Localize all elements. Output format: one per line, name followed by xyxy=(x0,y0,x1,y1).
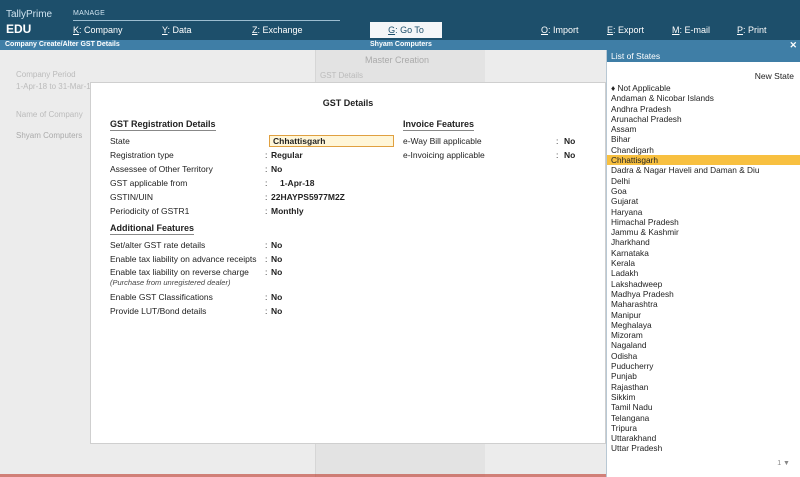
gst-classifications-value[interactable]: No xyxy=(271,292,282,302)
gst-applicable-from-value[interactable]: 1-Apr-18 xyxy=(280,178,314,188)
company-period-label-ghost: Company Period xyxy=(16,70,76,79)
state-list-item[interactable]: Odisha xyxy=(607,351,800,361)
top-menu-bar: TallyPrime EDU MANAGE K: Company Y: Data… xyxy=(0,0,800,40)
state-list-item[interactable]: Arunachal Pradesh xyxy=(607,114,800,124)
state-list-item[interactable]: Chhattisgarh xyxy=(607,155,800,166)
state-list-item[interactable]: Gujarat xyxy=(607,196,800,206)
reverse-charge-value[interactable]: No xyxy=(271,267,282,277)
state-list-item[interactable]: Rajasthan xyxy=(607,382,800,392)
name-of-company-ghost: Name of Company xyxy=(16,110,83,119)
state-list-item[interactable]: Tamil Nadu xyxy=(607,402,800,412)
einvoicing-label: e-Invoicing applicable xyxy=(403,150,485,160)
company-name-title: Shyam Computers xyxy=(370,41,432,48)
brand-name: TallyPrime xyxy=(6,9,53,20)
brand-edition: EDU xyxy=(6,22,32,36)
company-period-value-ghost: 1-Apr-18 to 31-Mar-19 xyxy=(16,82,96,91)
advance-receipts-label: Enable tax liability on advance receipts xyxy=(110,254,257,264)
gst-rate-label: Set/alter GST rate details xyxy=(110,240,206,250)
additional-heading: Additional Features xyxy=(110,223,195,235)
state-list-item[interactable]: Nagaland xyxy=(607,340,800,350)
state-list-item[interactable]: Tripura xyxy=(607,423,800,433)
gstin-label: GSTIN/UIN xyxy=(110,192,153,202)
state-list-item[interactable]: Andhra Pradesh xyxy=(607,104,800,114)
state-list-item[interactable]: Manipur xyxy=(607,310,800,320)
lut-bond-label: Provide LUT/Bond details xyxy=(110,306,207,316)
gst-details-dialog: GST Details GST Registration Details Sta… xyxy=(90,82,606,444)
reverse-charge-label: Enable tax liability on reverse charge xyxy=(110,267,249,277)
new-state-button[interactable]: New State xyxy=(755,71,794,81)
gstin-value[interactable]: 22HAYPS5977M2Z xyxy=(271,192,345,202)
state-list-item[interactable]: Puducherry xyxy=(607,361,800,371)
state-list-item[interactable]: Lakshadweep xyxy=(607,279,800,289)
master-creation-ghost: Master Creation xyxy=(365,55,430,65)
menu-goto[interactable]: G: Go To xyxy=(370,22,442,38)
state-list-item[interactable]: Madhya Pradesh xyxy=(607,289,800,299)
state-list-item[interactable]: Andaman & Nicobar Islands xyxy=(607,93,800,103)
state-list-item[interactable]: Ladakh xyxy=(607,268,800,278)
assessee-label: Assessee of Other Territory xyxy=(110,164,213,174)
screen-title: Company Create/Alter GST Details xyxy=(5,41,120,48)
reverse-charge-note: (Purchase from unregistered dealer) xyxy=(110,278,231,287)
advance-receipts-value[interactable]: No xyxy=(271,254,282,264)
eway-bill-value[interactable]: No xyxy=(564,136,575,146)
gst-applicable-from-label: GST applicable from xyxy=(110,178,188,188)
periodicity-label: Periodicity of GSTR1 xyxy=(110,206,190,216)
page-indicator[interactable]: 1 ▼ xyxy=(777,460,790,467)
dialog-title: GST Details xyxy=(322,98,374,108)
state-list-item[interactable]: Meghalaya xyxy=(607,320,800,330)
gst-classifications-label: Enable GST Classifications xyxy=(110,292,213,302)
state-list-title: List of States xyxy=(607,50,800,62)
state-list-item[interactable]: Goa xyxy=(607,186,800,196)
state-list-item[interactable]: Uttarakhand xyxy=(607,433,800,443)
state-list: ♦ Not Applicable Andaman & Nicobar Island… xyxy=(607,83,800,454)
state-list-item[interactable]: Karnataka xyxy=(607,248,800,258)
state-list-item[interactable]: Assam xyxy=(607,124,800,134)
manage-divider xyxy=(73,20,340,21)
state-list-item[interactable]: Chandigarh xyxy=(607,145,800,155)
state-list-item[interactable]: Sikkim xyxy=(607,392,800,402)
company-name-ghost: Shyam Computers xyxy=(16,131,83,140)
state-list-item[interactable]: Himachal Pradesh xyxy=(607,217,800,227)
state-list-item[interactable]: Mizoram xyxy=(607,330,800,340)
state-list-panel: List of States New State ♦ Not Applicabl… xyxy=(606,50,800,477)
menu-print[interactable]: P: Print xyxy=(737,25,767,35)
lut-bond-value[interactable]: No xyxy=(271,306,282,316)
state-list-item[interactable]: Delhi xyxy=(607,176,800,186)
state-list-item[interactable]: Uttar Pradesh xyxy=(607,443,800,453)
assessee-value[interactable]: No xyxy=(271,164,282,174)
einvoicing-value[interactable]: No xyxy=(564,150,575,160)
menu-export[interactable]: E: Export xyxy=(607,25,644,35)
state-field[interactable]: Chhattisgarh xyxy=(269,135,394,147)
state-label: State xyxy=(110,136,130,146)
menu-company[interactable]: K: Company xyxy=(73,25,123,35)
eway-bill-label: e-Way Bill applicable xyxy=(403,136,482,146)
gst-details-ghost: GST Details xyxy=(320,71,363,80)
invoice-heading: Invoice Features xyxy=(403,119,475,131)
title-bar: Company Create/Alter GST Details Shyam C… xyxy=(0,40,800,50)
state-list-item[interactable]: Telangana xyxy=(607,413,800,423)
manage-label: MANAGE xyxy=(73,10,106,17)
menu-data[interactable]: Y: Data xyxy=(162,25,192,35)
state-list-item[interactable]: Dadra & Nagar Haveli and Daman & Diu xyxy=(607,165,800,175)
menu-exchange[interactable]: Z: Exchange xyxy=(252,25,303,35)
state-list-item[interactable]: ♦ Not Applicable xyxy=(607,83,800,93)
periodicity-value[interactable]: Monthly xyxy=(271,206,304,216)
state-list-item[interactable]: Jharkhand xyxy=(607,237,800,247)
registration-heading: GST Registration Details xyxy=(110,119,216,131)
state-list-item[interactable]: Bihar xyxy=(607,134,800,144)
state-list-item[interactable]: Haryana xyxy=(607,207,800,217)
registration-type-label: Registration type xyxy=(110,150,174,160)
menu-import[interactable]: O: Import xyxy=(541,25,579,35)
menu-email[interactable]: M: E-mail xyxy=(672,25,710,35)
state-list-item[interactable]: Punjab xyxy=(607,371,800,381)
state-list-item[interactable]: Kerala xyxy=(607,258,800,268)
registration-type-value[interactable]: Regular xyxy=(271,150,303,160)
state-list-item[interactable]: Maharashtra xyxy=(607,299,800,309)
gst-rate-value[interactable]: No xyxy=(271,240,282,250)
state-list-item[interactable]: Jammu & Kashmir xyxy=(607,227,800,237)
